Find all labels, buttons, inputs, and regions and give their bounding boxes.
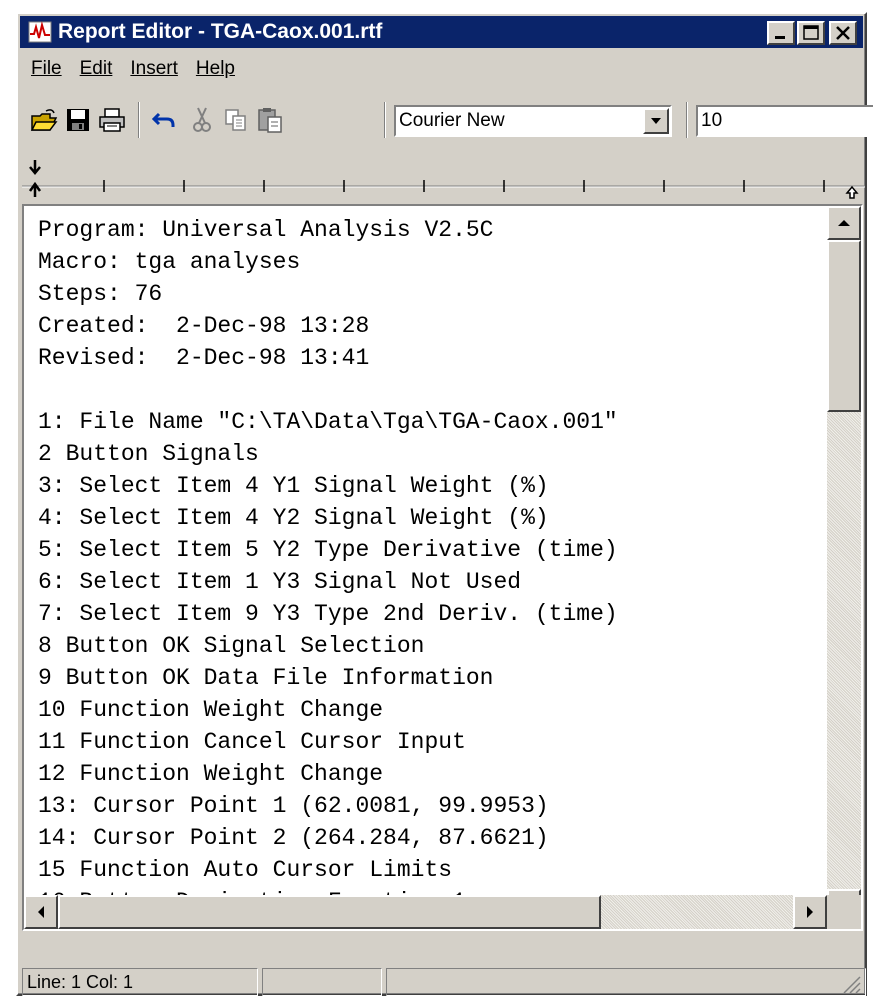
font-name-value: Courier New	[399, 110, 505, 131]
menu-help[interactable]: Help	[187, 58, 244, 80]
close-button[interactable]	[829, 21, 857, 45]
text-line[interactable]: Revised: 2-Dec-98 13:41	[38, 342, 828, 374]
menu-help-label: Help	[195, 58, 235, 79]
open-button[interactable]	[28, 104, 60, 136]
text-line[interactable]: 10 Function Weight Change	[38, 694, 828, 726]
title-bar[interactable]: Report Editor - TGA-Caox.001.rtf	[20, 16, 863, 48]
text-line[interactable]: 8 Button OK Signal Selection	[38, 630, 828, 662]
first-indent-marker-icon[interactable]	[28, 158, 44, 178]
text-line[interactable]: 6: Select Item 1 Y3 Signal Not Used	[38, 566, 828, 598]
status-pane-empty	[386, 968, 866, 996]
text-line[interactable]: 15 Function Auto Cursor Limits	[38, 854, 828, 886]
arrow-right-icon	[807, 906, 813, 918]
close-icon	[836, 26, 850, 40]
text-line[interactable]: 13: Cursor Point 1 (62.0081, 99.9953)	[38, 790, 828, 822]
save-icon	[67, 109, 89, 131]
vertical-scrollbar[interactable]	[827, 206, 861, 923]
text-line[interactable]: 14: Cursor Point 2 (264.284, 87.6621)	[38, 822, 828, 854]
maximize-button[interactable]	[797, 21, 825, 45]
status-bar: Line: 1 Col: 1	[22, 968, 866, 996]
app-icon	[28, 21, 52, 43]
text-line[interactable]	[38, 374, 828, 406]
paste-button[interactable]	[254, 104, 286, 136]
document-text[interactable]: Program: Universal Analysis V2.5C Macro:…	[38, 214, 828, 918]
print-icon	[99, 108, 125, 132]
horizontal-scroll-thumb[interactable]	[58, 895, 601, 929]
report-editor-window: Report Editor - TGA-Caox.001.rtf File Ed…	[16, 12, 873, 996]
status-position: Line: 1 Col: 1	[22, 968, 258, 996]
scroll-up-button[interactable]	[827, 206, 861, 240]
text-line[interactable]: Created: 2-Dec-98 13:28	[38, 310, 828, 342]
text-line[interactable]: Program: Universal Analysis V2.5C	[38, 214, 828, 246]
menu-insert[interactable]: Insert	[121, 58, 187, 80]
save-button[interactable]	[62, 104, 94, 136]
resize-grip-icon[interactable]	[839, 972, 861, 994]
text-line[interactable]: Steps: 76	[38, 278, 828, 310]
open-icon	[30, 109, 58, 131]
right-indent-marker-icon[interactable]	[844, 184, 860, 200]
chevron-down-icon	[651, 118, 661, 124]
arrow-left-icon	[38, 906, 44, 918]
document-editor[interactable]: Program: Universal Analysis V2.5C Macro:…	[22, 204, 863, 931]
text-line[interactable]: 2 Button Signals	[38, 438, 828, 470]
toolbar-separator	[138, 102, 140, 138]
menu-file-label: File	[31, 58, 62, 79]
font-dropdown-button[interactable]	[643, 108, 669, 134]
menu-edit-label: Edit	[79, 58, 113, 79]
paste-icon	[258, 108, 282, 133]
toolbar-separator	[384, 102, 386, 138]
ruler-graphic	[22, 180, 865, 192]
minimize-icon	[775, 36, 785, 39]
font-size-value: 10	[701, 110, 723, 131]
minimize-button[interactable]	[767, 21, 795, 45]
text-line[interactable]: 5: Select Item 5 Y2 Type Derivative (tim…	[38, 534, 828, 566]
undo-icon	[151, 112, 175, 127]
left-indent-marker-icon[interactable]	[28, 182, 44, 198]
scroll-left-button[interactable]	[24, 895, 58, 929]
menu-insert-label: Insert	[130, 58, 178, 79]
maximize-icon	[803, 25, 819, 40]
menu-file[interactable]: File	[22, 58, 71, 80]
undo-button[interactable]	[148, 104, 180, 136]
window-title: Report Editor - TGA-Caox.001.rtf	[58, 20, 383, 43]
text-line[interactable]: 11 Function Cancel Cursor Input	[38, 726, 828, 758]
print-button[interactable]	[96, 104, 128, 136]
cut-icon	[193, 107, 211, 132]
copy-icon	[225, 109, 246, 131]
scroll-right-button[interactable]	[793, 895, 827, 929]
font-name-select[interactable]: Courier New	[394, 105, 672, 137]
text-line[interactable]: Macro: tga analyses	[38, 246, 828, 278]
scrollbar-corner	[827, 895, 861, 929]
menu-edit[interactable]: Edit	[71, 58, 122, 80]
horizontal-scrollbar[interactable]	[24, 895, 827, 929]
ruler[interactable]	[22, 156, 865, 200]
toolbar: Courier New 10	[22, 100, 873, 140]
text-line[interactable]: 4: Select Item 4 Y2 Signal Weight (%)	[38, 502, 828, 534]
font-size-input[interactable]: 10	[696, 105, 873, 137]
arrow-up-icon	[838, 220, 850, 226]
copy-button[interactable]	[220, 104, 252, 136]
cut-button[interactable]	[186, 104, 218, 136]
text-line[interactable]: 1: File Name "C:\TA\Data\Tga\TGA-Caox.00…	[38, 406, 828, 438]
status-pane-empty	[262, 968, 382, 996]
text-line[interactable]: 12 Function Weight Change	[38, 758, 828, 790]
text-line[interactable]: 7: Select Item 9 Y3 Type 2nd Deriv. (tim…	[38, 598, 828, 630]
toolbar-separator	[686, 102, 688, 138]
vertical-scroll-thumb[interactable]	[827, 240, 861, 412]
text-line[interactable]: 9 Button OK Data File Information	[38, 662, 828, 694]
menu-bar: File Edit Insert Help	[22, 54, 244, 84]
text-line[interactable]: 3: Select Item 4 Y1 Signal Weight (%)	[38, 470, 828, 502]
